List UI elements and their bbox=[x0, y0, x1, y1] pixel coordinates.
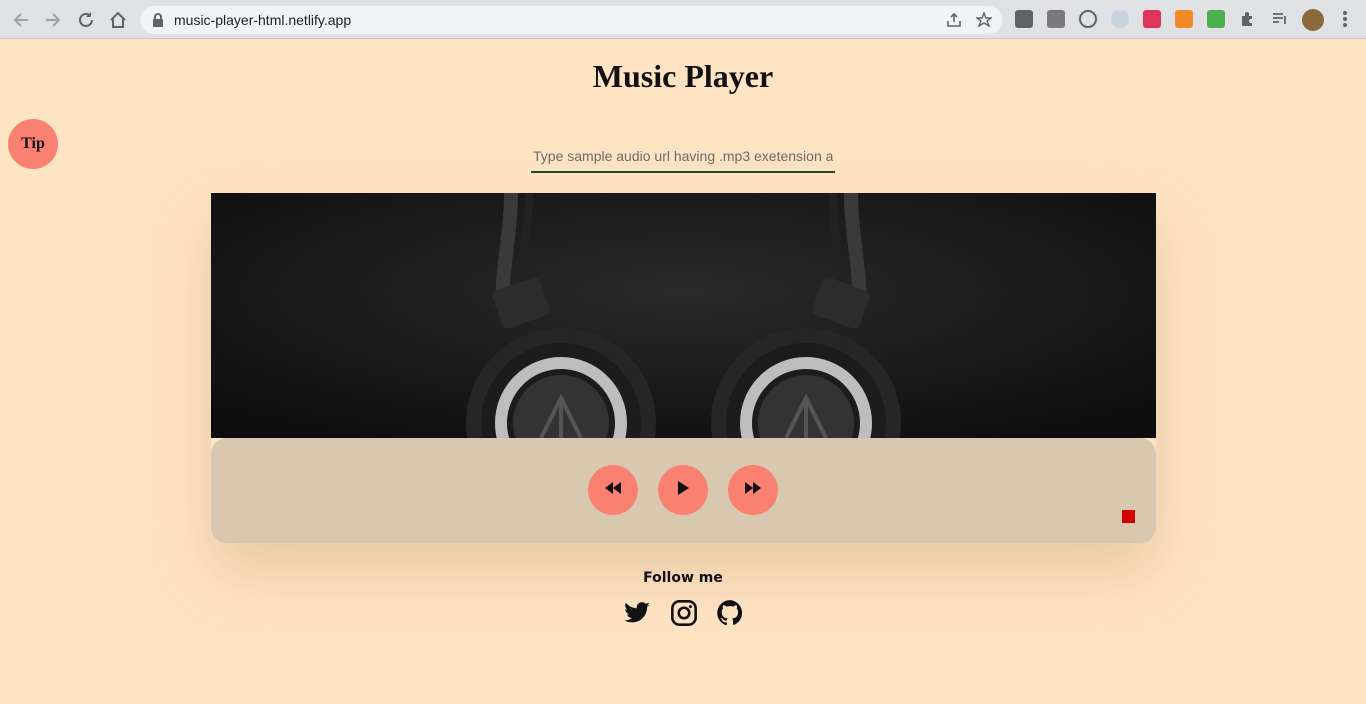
follow-label: Follow me bbox=[643, 570, 723, 586]
react-extension-icon[interactable] bbox=[1111, 10, 1129, 28]
fast-forward-icon bbox=[745, 481, 761, 499]
album-cover-image bbox=[211, 193, 1156, 438]
github-icon[interactable] bbox=[716, 599, 744, 627]
metamask-extension-icon[interactable] bbox=[1175, 10, 1193, 28]
back-arrow-icon[interactable] bbox=[9, 8, 33, 32]
rewind-button[interactable] bbox=[588, 465, 638, 515]
instagram-icon[interactable] bbox=[670, 599, 698, 627]
rewind-icon bbox=[605, 481, 621, 499]
twitter-icon[interactable] bbox=[623, 599, 651, 627]
puzzle-extensions-icon[interactable] bbox=[1239, 10, 1257, 28]
address-bar[interactable]: music-player-html.netlify.app bbox=[140, 6, 1002, 34]
address-url[interactable]: music-player-html.netlify.app bbox=[174, 12, 351, 28]
tip-label: Tip bbox=[21, 135, 45, 152]
lock-icon bbox=[152, 13, 164, 32]
reading-list-icon[interactable] bbox=[1271, 10, 1289, 28]
stop-button[interactable] bbox=[1122, 510, 1135, 523]
play-icon bbox=[677, 480, 689, 500]
browser-menu-icon[interactable] bbox=[1337, 10, 1353, 28]
browser-toolbar: music-player-html.netlify.app bbox=[0, 0, 1366, 39]
multicolor-extension-icon[interactable] bbox=[1207, 10, 1225, 28]
fast-forward-button[interactable] bbox=[728, 465, 778, 515]
page-title: Music Player bbox=[592, 58, 774, 94]
eyedropper-extension-icon[interactable] bbox=[1047, 10, 1065, 28]
reload-icon[interactable] bbox=[74, 8, 98, 32]
music-player-card bbox=[211, 193, 1156, 543]
player-controls bbox=[211, 438, 1156, 543]
profile-avatar[interactable] bbox=[1302, 9, 1324, 31]
forward-arrow-icon[interactable] bbox=[41, 8, 65, 32]
tip-button[interactable]: Tip bbox=[8, 119, 58, 169]
bookmark-star-icon[interactable] bbox=[974, 11, 994, 33]
colorful-extension-icon[interactable] bbox=[1143, 10, 1161, 28]
share-icon[interactable] bbox=[946, 12, 962, 33]
code-extension-icon[interactable] bbox=[1079, 10, 1097, 28]
home-icon[interactable] bbox=[106, 8, 130, 32]
extension-icon[interactable] bbox=[1015, 10, 1033, 28]
play-button[interactable] bbox=[658, 465, 708, 515]
audio-url-input[interactable] bbox=[531, 141, 835, 173]
